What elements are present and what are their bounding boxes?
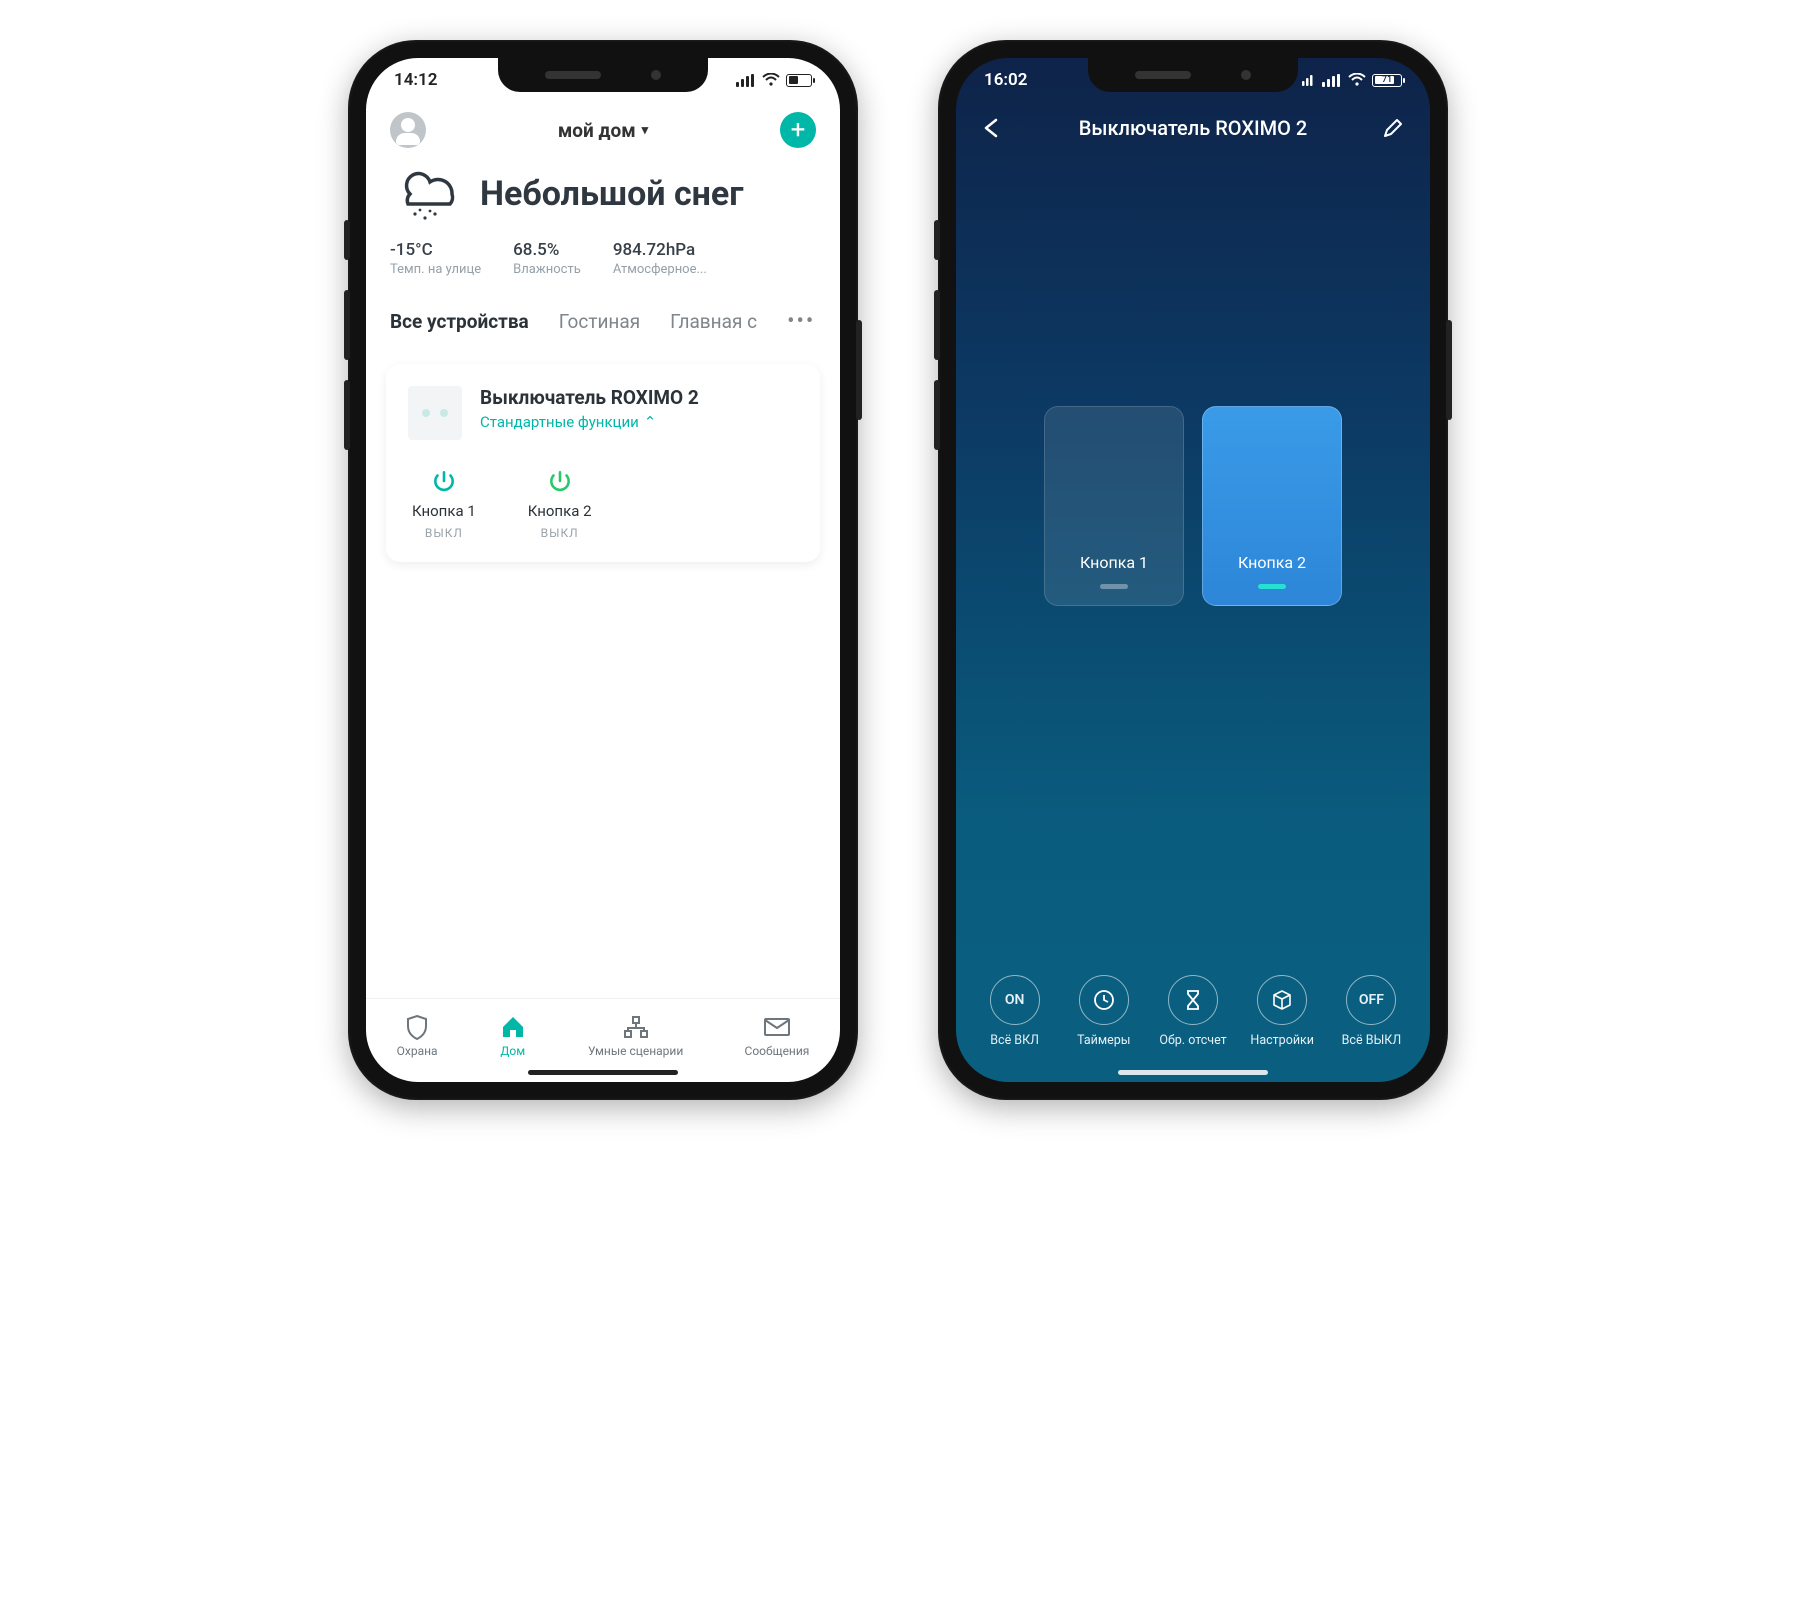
room-tab-main[interactable]: Главная с: [670, 310, 757, 333]
phone-frame-right: 16:02 71 Выключатель ROXIMO 2 Кнопка 1: [938, 40, 1448, 1100]
off-text-icon: OFF: [1346, 975, 1396, 1025]
control-all-on[interactable]: ON Всё ВКЛ: [970, 975, 1059, 1048]
control-countdown[interactable]: Обр. отсчет: [1148, 975, 1237, 1048]
app-header: мой дом ▾ +: [366, 102, 840, 156]
weather-stat-humidity: 68.5% Влажность: [513, 240, 581, 277]
signal-icon: [1322, 74, 1342, 87]
profile-icon[interactable]: [390, 112, 426, 148]
phone-frame-left: 14:12 мой дом ▾ + Небольшой снег: [348, 40, 858, 1100]
device-button-1[interactable]: Кнопка 1 ВЫКЛ: [412, 468, 476, 540]
chevron-up-icon: ⌃: [644, 413, 657, 431]
battery-icon: 71: [1372, 74, 1402, 87]
switch-led-icon: [1258, 584, 1286, 589]
status-time: 14:12: [394, 70, 437, 90]
battery-icon: [786, 74, 812, 87]
edit-button[interactable]: [1378, 117, 1408, 139]
on-text-icon: ON: [990, 975, 1040, 1025]
status-icons: 71: [1302, 73, 1402, 87]
weather-block: Небольшой снег -15°C Темп. на улице 68.5…: [366, 156, 840, 283]
switch-card-1[interactable]: Кнопка 1: [1044, 406, 1184, 606]
weather-stat-temp: -15°C Темп. на улице: [390, 240, 481, 277]
home-icon: [499, 1014, 527, 1040]
nav-security[interactable]: Охрана: [397, 1014, 438, 1058]
scenes-icon: [622, 1014, 650, 1040]
weather-description: Небольшой снег: [480, 174, 744, 214]
signal-small-icon: [1302, 74, 1316, 86]
power-icon: [430, 468, 458, 496]
room-tabs: Все устройства Гостиная Главная с •••: [366, 283, 840, 334]
control-timers[interactable]: Таймеры: [1059, 975, 1148, 1048]
nav-scenes[interactable]: Умные сценарии: [588, 1014, 683, 1058]
device-name: Выключатель ROXIMO 2: [480, 386, 699, 409]
room-tab-all[interactable]: Все устройства: [390, 310, 529, 333]
home-indicator[interactable]: [1118, 1070, 1268, 1075]
plus-icon: +: [791, 115, 806, 145]
add-button[interactable]: +: [780, 112, 816, 148]
home-indicator[interactable]: [528, 1070, 678, 1075]
chevron-down-icon: ▾: [642, 123, 649, 138]
hourglass-icon: [1168, 975, 1218, 1025]
device-card[interactable]: Выключатель ROXIMO 2 Стандартные функции…: [386, 364, 820, 562]
switch-led-icon: [1100, 584, 1128, 589]
snow-cloud-icon: [390, 164, 460, 224]
control-all-off[interactable]: OFF Всё ВЫКЛ: [1327, 975, 1416, 1048]
wifi-icon: [762, 73, 780, 87]
shield-icon: [403, 1014, 431, 1040]
device-header: Выключатель ROXIMO 2: [956, 102, 1430, 146]
signal-icon: [736, 74, 756, 87]
weather-stat-pressure: 984.72hPa Атмосферное...: [613, 240, 707, 277]
device-button-2[interactable]: Кнопка 2 ВЫКЛ: [528, 468, 592, 540]
switch-card-2[interactable]: Кнопка 2: [1202, 406, 1342, 606]
status-icons: [736, 73, 812, 87]
notch: [1088, 58, 1298, 92]
notch: [498, 58, 708, 92]
clock-icon: [1079, 975, 1129, 1025]
device-thumbnail-icon: [408, 386, 462, 440]
control-bar: ON Всё ВКЛ Таймеры Обр. отсчет Настройки…: [956, 961, 1430, 1082]
device-functions-toggle[interactable]: Стандартные функции ⌃: [480, 413, 699, 431]
device-title: Выключатель ROXIMO 2: [1008, 116, 1378, 140]
nav-home[interactable]: Дом: [499, 1014, 527, 1058]
wifi-icon: [1348, 73, 1366, 87]
home-selector-label: мой дом: [558, 119, 636, 142]
cube-icon: [1257, 975, 1307, 1025]
home-selector[interactable]: мой дом ▾: [558, 119, 648, 142]
room-tab-more[interactable]: •••: [787, 309, 815, 334]
mail-icon: [763, 1014, 791, 1040]
switch-row: Кнопка 1 Кнопка 2: [956, 406, 1430, 606]
control-settings[interactable]: Настройки: [1238, 975, 1327, 1048]
room-tab-living[interactable]: Гостиная: [559, 310, 640, 333]
status-time: 16:02: [984, 70, 1027, 90]
power-icon: [546, 468, 574, 496]
back-button[interactable]: [978, 118, 1008, 138]
nav-messages[interactable]: Сообщения: [745, 1014, 810, 1058]
